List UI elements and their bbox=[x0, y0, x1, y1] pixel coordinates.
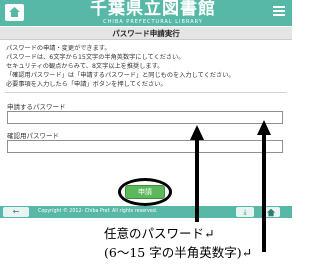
page-title: パスワード申請実行 bbox=[0, 27, 292, 40]
annotation-line: (6～15 字の半角英数字)↵ bbox=[104, 245, 253, 260]
password-label: 申請するパスワード bbox=[7, 103, 66, 111]
instruction-line: 「確認用パスワード」は「申請するパスワード」と同じものを入力してください。 bbox=[6, 72, 235, 79]
instruction-line: 必要事項を入力したら「申請」ボタンを押してください。 bbox=[6, 81, 167, 88]
site-subtitle: CHIBA PREFECTURAL LIBRARY bbox=[103, 19, 203, 25]
password-form: 申請するパスワード 確認用パスワード bbox=[5, 92, 287, 168]
instruction-line: パスワードは、6文字から15文字の半角英数字にしてください。 bbox=[6, 54, 185, 61]
scroll-down-button[interactable]: ⤓ bbox=[236, 207, 254, 217]
home-icon bbox=[266, 208, 276, 216]
site-title: 千葉県立図書館 bbox=[90, 0, 216, 19]
instruction-line: セキュリティの観点からみて、8文字以上を推奨します。 bbox=[6, 63, 164, 70]
highlight-circle bbox=[118, 178, 172, 206]
home-icon bbox=[9, 7, 20, 17]
back-button[interactable]: ← bbox=[3, 207, 29, 217]
home-button[interactable] bbox=[5, 4, 24, 21]
confirm-password-input[interactable] bbox=[7, 140, 283, 153]
instructions: パスワードの申請・変更ができます。 パスワードは、6文字から15文字の半角英数字… bbox=[6, 44, 288, 89]
password-input[interactable] bbox=[7, 111, 283, 124]
footer-home-button[interactable] bbox=[262, 207, 280, 217]
footer-bar: ← Copyright © 2012- Chiba Pref. All righ… bbox=[0, 206, 292, 218]
annotation-line: 任意のパスワード↵ bbox=[104, 226, 215, 241]
app-screen: 千葉県立図書館 CHIBA PREFECTURAL LIBRARY パスワード申… bbox=[0, 0, 292, 218]
annotation-text: 任意のパスワード↵ (6～15 字の半角英数字)↵ bbox=[104, 224, 289, 262]
site-header: 千葉県立図書館 CHIBA PREFECTURAL LIBRARY bbox=[0, 0, 292, 26]
arrow-left-icon: ← bbox=[12, 207, 20, 216]
confirm-password-label: 確認用パスワード bbox=[7, 132, 59, 140]
arrow-down-icon: ⤓ bbox=[243, 208, 247, 216]
instruction-line: パスワードの申請・変更ができます。 bbox=[6, 45, 111, 52]
menu-icon[interactable] bbox=[273, 6, 287, 19]
copyright-text: Copyright © 2012- Chiba Pref. All rights… bbox=[38, 209, 158, 214]
